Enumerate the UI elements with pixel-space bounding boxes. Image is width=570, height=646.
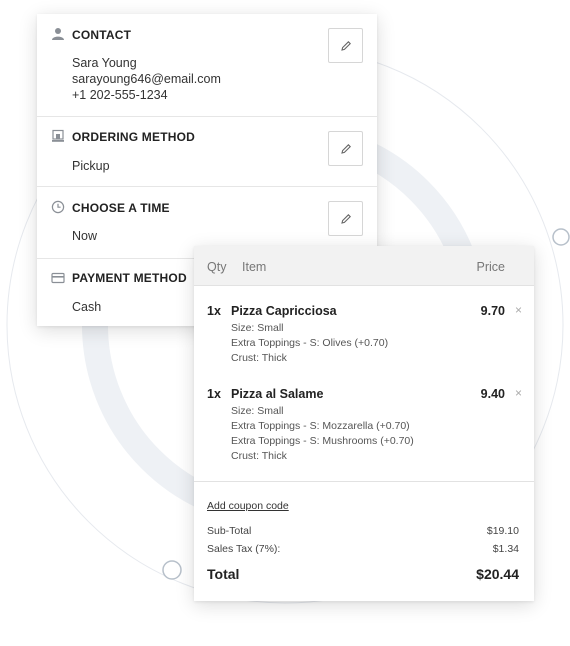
item-detail: Crust: Thick — [231, 450, 287, 462]
divider — [194, 481, 534, 482]
item-qty: 1x — [207, 304, 221, 318]
item-name: Pizza Capricciosa — [231, 304, 337, 318]
subtotal-label: Sub-Total — [207, 525, 252, 537]
choose-time-value: Now — [72, 229, 98, 243]
item-detail: Extra Toppings - S: Mozzarella (+0.70) — [231, 420, 410, 432]
contact-name: Sara Young — [72, 56, 137, 70]
storefront-icon — [52, 129, 64, 142]
pencil-icon — [340, 40, 351, 51]
payment-method-value: Cash — [72, 300, 102, 314]
remove-item-button[interactable]: × — [515, 303, 522, 317]
ordering-method-title: ORDERING METHOD — [72, 130, 195, 144]
order-summary-card: Qty Item Price 1x Pizza Capricciosa 9.70… — [194, 246, 534, 601]
ordering-method-value: Pickup — [72, 159, 110, 173]
edit-contact-button[interactable] — [328, 28, 363, 63]
pencil-icon — [340, 213, 351, 224]
item-detail: Extra Toppings - S: Mushrooms (+0.70) — [231, 435, 414, 447]
header-item: Item — [242, 260, 267, 274]
background-node-right — [552, 228, 570, 246]
header-qty: Qty — [207, 260, 227, 274]
subtotal-value: $19.10 — [486, 525, 519, 537]
ordering-method-section: ORDERING METHOD Pickup — [37, 117, 377, 187]
pencil-icon — [340, 143, 351, 154]
person-icon — [52, 28, 64, 40]
item-detail: Size: Small — [231, 322, 284, 334]
credit-card-icon — [51, 272, 65, 284]
add-coupon-link[interactable]: Add coupon code — [207, 500, 289, 512]
item-price: 9.40 — [480, 387, 505, 401]
item-detail: Size: Small — [231, 405, 284, 417]
edit-time-button[interactable] — [328, 201, 363, 236]
contact-title: CONTACT — [72, 28, 132, 42]
total-label: Total — [207, 566, 240, 582]
edit-ordering-method-button[interactable] — [328, 131, 363, 166]
clock-icon — [51, 200, 65, 214]
item-qty: 1x — [207, 387, 221, 401]
remove-item-button[interactable]: × — [515, 386, 522, 400]
choose-time-title: CHOOSE A TIME — [72, 201, 170, 215]
item-detail: Extra Toppings - S: Olives (+0.70) — [231, 337, 389, 349]
contact-email: sarayoung646@email.com — [72, 72, 221, 86]
tax-label: Sales Tax (7%): — [207, 543, 281, 555]
contact-phone: +1 202-555-1234 — [72, 88, 168, 102]
item-detail: Crust: Thick — [231, 352, 287, 364]
contact-section: CONTACT Sara Young sarayoung646@email.co… — [37, 14, 377, 117]
header-price: Price — [476, 260, 505, 274]
background-node-left — [162, 560, 182, 580]
total-value: $20.44 — [476, 566, 519, 582]
item-price: 9.70 — [480, 304, 505, 318]
payment-method-title: PAYMENT METHOD — [72, 271, 187, 285]
tax-value: $1.34 — [492, 543, 519, 555]
item-name: Pizza al Salame — [231, 387, 324, 401]
order-table-header: Qty Item Price — [194, 246, 534, 286]
